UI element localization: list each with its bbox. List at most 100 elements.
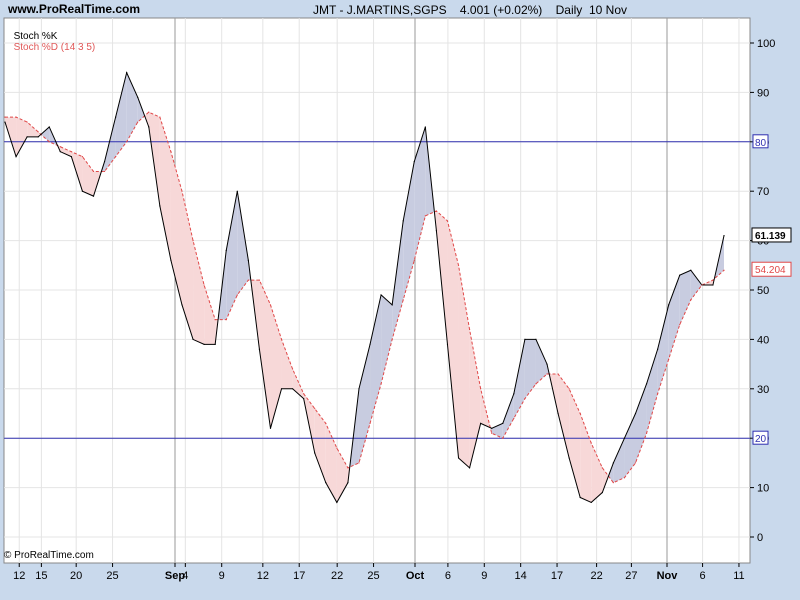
k-point [314, 452, 316, 454]
k-point [81, 190, 84, 192]
d-point [601, 467, 603, 469]
x-tick-label: 9 [481, 570, 487, 582]
y-tick-label: 30 [757, 384, 769, 396]
k-point [103, 160, 106, 163]
d-point [524, 398, 526, 400]
d-point [612, 482, 614, 484]
d-point [679, 323, 681, 326]
k-point [457, 457, 460, 459]
d-point [280, 338, 283, 340]
k-point [435, 230, 437, 232]
k-point [723, 235, 725, 237]
k-point [181, 304, 183, 306]
k-point [159, 205, 161, 207]
legend-k: Stoch %K [13, 31, 58, 42]
k-point [546, 363, 548, 365]
x-tick-label: 22 [590, 570, 602, 582]
k-point [347, 482, 349, 484]
k-point [336, 501, 338, 504]
k-point [623, 437, 626, 439]
k-point [380, 294, 382, 296]
d-point [314, 407, 316, 410]
k-point [402, 220, 404, 222]
k-point [690, 269, 692, 271]
k-point [601, 491, 603, 494]
d-point [59, 146, 61, 148]
k-point [292, 388, 294, 390]
d-point [535, 383, 537, 385]
k-point [37, 136, 39, 138]
d-point [590, 442, 592, 444]
k-point [413, 160, 415, 163]
k-point [170, 259, 172, 261]
d-point [247, 279, 249, 281]
d-point [269, 304, 272, 306]
x-tick-label: 27 [625, 570, 637, 582]
d-point [480, 388, 482, 390]
k-point [192, 338, 194, 340]
d-point [347, 467, 349, 469]
y-tick-label: 90 [757, 87, 769, 99]
d-point [325, 422, 327, 424]
d-point [336, 447, 338, 449]
k-point [269, 427, 272, 429]
d-point [236, 294, 238, 296]
k-point [92, 195, 95, 197]
k-point [137, 96, 139, 98]
k-point [4, 121, 6, 123]
k-point [126, 72, 128, 74]
d-point [103, 170, 106, 173]
k-point [280, 388, 283, 390]
x-tick-label: 12 [257, 570, 269, 582]
stochastic-chart[interactable]: 0102030405060708090100802061.13954.20412… [0, 0, 800, 600]
k-point [26, 136, 28, 138]
d-point [26, 121, 28, 123]
ref-label: 80 [755, 138, 767, 149]
k-point [657, 348, 659, 350]
k-point [645, 383, 648, 385]
d-point [192, 240, 194, 242]
y-tick-label: 100 [757, 38, 775, 50]
d-point [203, 284, 205, 286]
x-tick-label: 20 [70, 570, 82, 582]
x-tick-label: 12 [13, 570, 25, 582]
x-tick-label: 25 [106, 570, 118, 582]
k-point [115, 116, 117, 118]
d-point [81, 156, 84, 158]
d-point [579, 412, 581, 415]
y-tick-label: 70 [757, 186, 769, 198]
ref-label: 20 [755, 434, 767, 445]
d-point [491, 432, 493, 434]
d-point [48, 141, 50, 143]
y-tick-label: 40 [757, 334, 769, 346]
k-point [70, 156, 72, 158]
k-point [225, 249, 227, 252]
x-tick-label: 14 [515, 570, 527, 582]
d-point [170, 151, 172, 153]
k-point [303, 398, 305, 400]
legend-d: Stoch %D (14 3 5) [13, 42, 96, 53]
k-point [424, 126, 426, 128]
d-point [4, 116, 6, 118]
d-point [546, 373, 548, 375]
x-tick-label: 11 [733, 570, 744, 582]
k-point [579, 496, 581, 499]
d-point [568, 388, 570, 390]
x-tick-label: Nov [657, 570, 679, 582]
k-point [391, 304, 393, 306]
d-point [557, 373, 559, 375]
d-point [70, 151, 72, 153]
x-tick-label: 17 [293, 570, 305, 582]
x-tick-label: 6 [445, 570, 451, 582]
d-point [181, 190, 183, 192]
k-point [568, 457, 570, 459]
d-point [214, 319, 216, 321]
d-point [712, 279, 714, 281]
d-point [15, 116, 17, 118]
d-point [413, 259, 415, 261]
x-tick-label: 25 [367, 570, 379, 582]
k-point [502, 422, 504, 424]
y-tick-label: 50 [757, 285, 769, 297]
d-point [623, 477, 626, 479]
k-point [634, 412, 637, 415]
